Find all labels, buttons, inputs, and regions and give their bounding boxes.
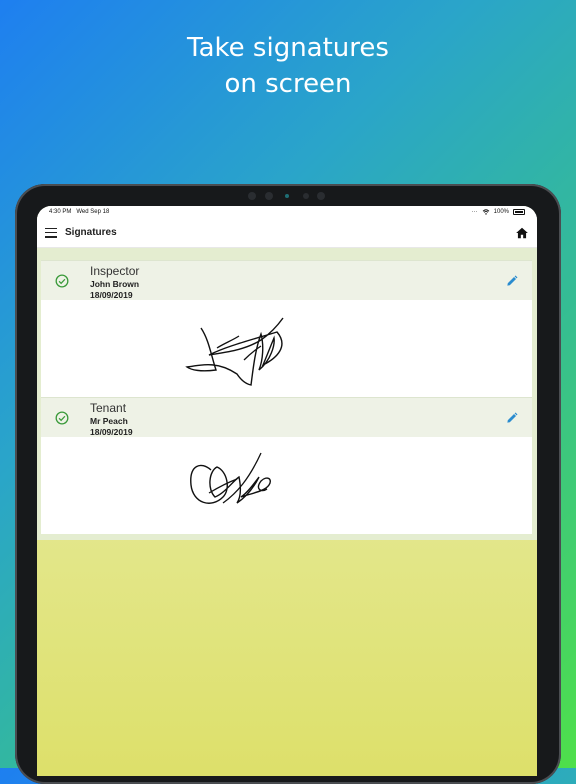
status-date: Wed Sep 18 xyxy=(76,209,110,215)
check-circle-icon xyxy=(55,411,69,425)
camera-lens xyxy=(285,194,289,198)
pencil-icon[interactable] xyxy=(505,274,519,288)
camera-dot xyxy=(303,193,309,199)
signature-date: 18/09/2019 xyxy=(90,290,133,300)
signer-role: Tenant xyxy=(90,401,127,415)
status-bar: 4:30 PM Wed Sep 18 ··· 100% xyxy=(37,206,537,218)
promo-line-1: Take signatures xyxy=(187,33,389,63)
camera-dot xyxy=(265,192,273,200)
app-screen: 4:30 PM Wed Sep 18 ··· 100% Signatures I… xyxy=(37,206,537,776)
signature-card-inspector: Inspector John Brown 18/09/2019 xyxy=(41,260,532,397)
signature-card-tenant: Tenant Mr Peach 18/09/2019 xyxy=(41,397,532,534)
signature-date: 18/09/2019 xyxy=(90,427,133,437)
signature-drawing xyxy=(185,317,284,386)
navigation-bar: Signatures xyxy=(37,218,537,248)
signature-pad[interactable] xyxy=(41,437,532,534)
battery-percent: 100% xyxy=(493,209,509,215)
signer-role: Inspector xyxy=(90,264,140,278)
check-circle-icon xyxy=(55,274,69,288)
wifi-icon xyxy=(482,209,489,215)
menu-icon[interactable] xyxy=(45,227,57,238)
signature-header: Inspector John Brown 18/09/2019 xyxy=(41,260,532,300)
signature-pad[interactable] xyxy=(41,300,532,397)
signature-list: Inspector John Brown 18/09/2019 Tenant M… xyxy=(37,248,537,540)
promo-line-2: on screen xyxy=(224,69,352,99)
dots-icon: ··· xyxy=(471,209,478,215)
status-time: 4:30 PM xyxy=(49,209,72,215)
home-icon[interactable] xyxy=(515,226,529,240)
camera-dot xyxy=(248,192,256,200)
battery-icon xyxy=(513,209,525,215)
signer-name: Mr Peach xyxy=(90,416,128,426)
pencil-icon[interactable] xyxy=(505,411,519,425)
camera-dot xyxy=(317,192,325,200)
signer-name: John Brown xyxy=(90,279,140,289)
page-title: Signatures xyxy=(65,227,117,238)
signature-header: Tenant Mr Peach 18/09/2019 xyxy=(41,397,532,437)
promo-headline: Take signatures on screen xyxy=(0,30,576,102)
signature-drawing xyxy=(190,452,271,504)
